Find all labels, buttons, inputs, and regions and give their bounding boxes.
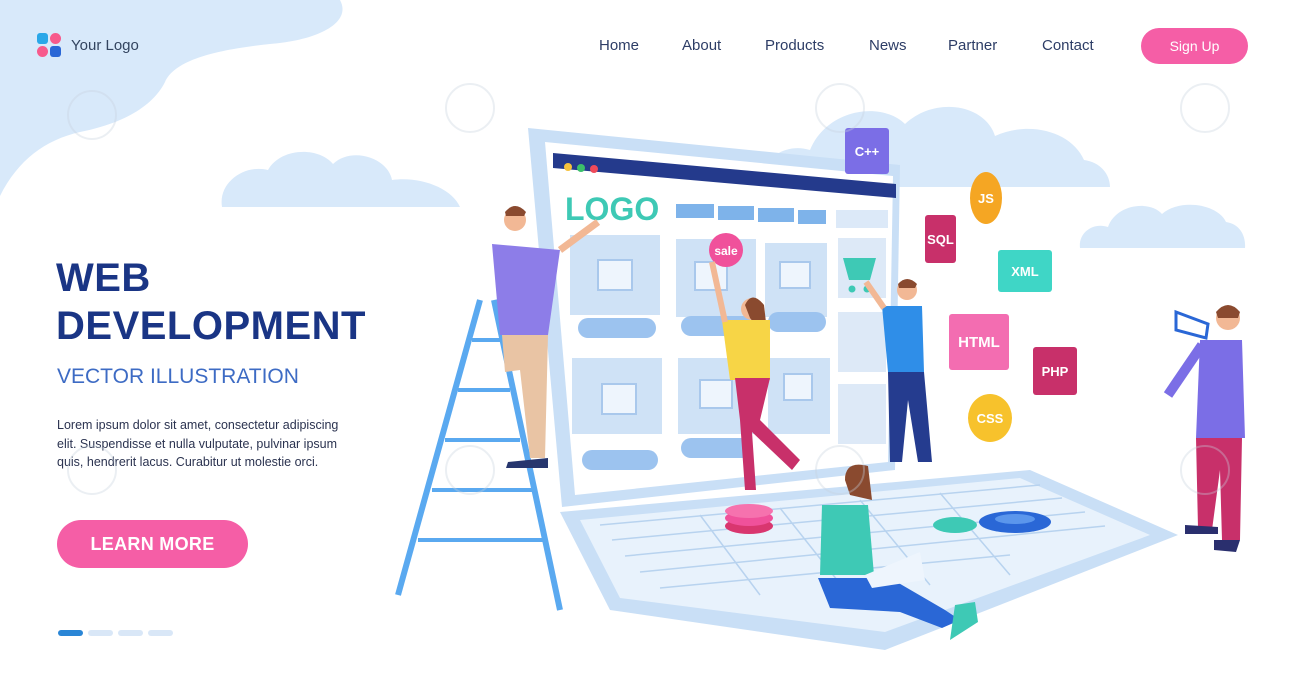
watermark-pattern bbox=[67, 83, 1230, 495]
